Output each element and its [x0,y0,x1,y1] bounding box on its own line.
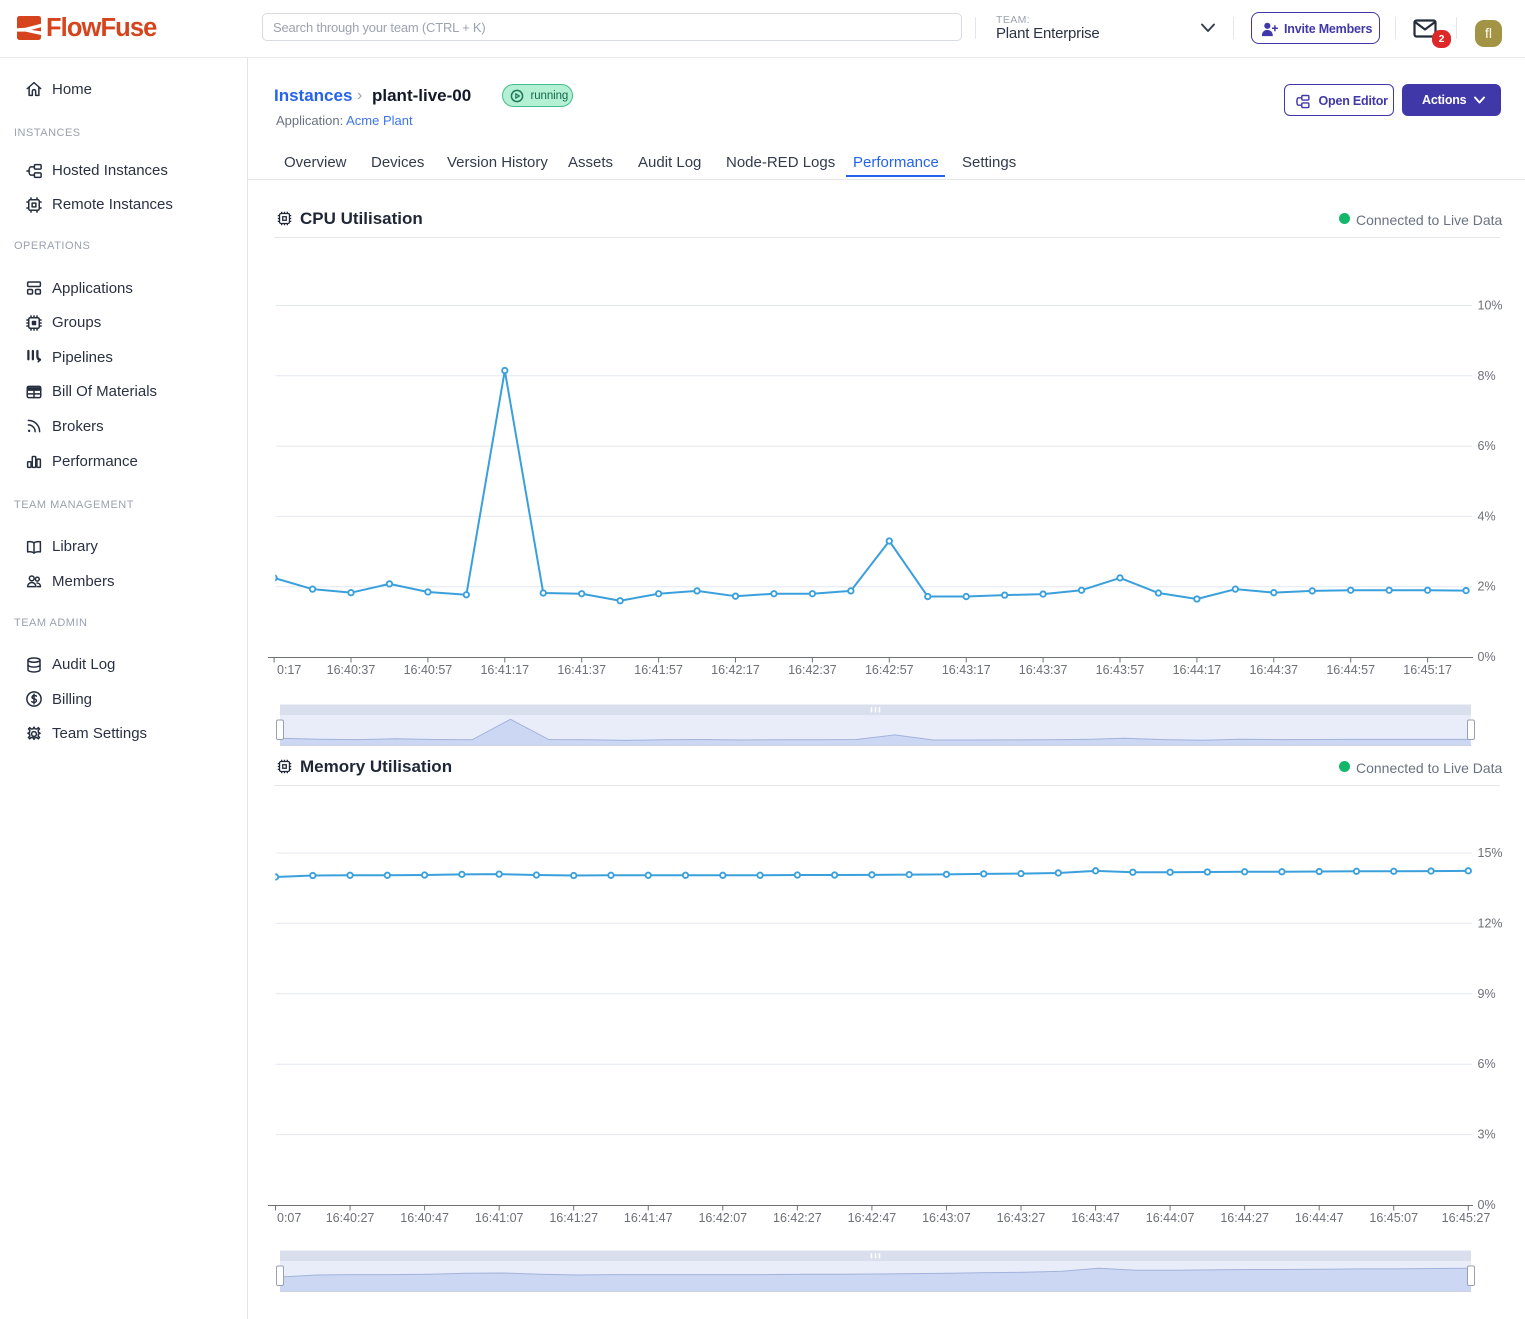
svg-text:16:44:07: 16:44:07 [1146,1211,1195,1225]
svg-text:10%: 10% [1478,299,1503,313]
svg-text:16:44:27: 16:44:27 [1220,1211,1269,1225]
svg-text:16:40:47: 16:40:47 [400,1211,449,1225]
svg-text:16:42:57: 16:42:57 [865,663,914,677]
svg-text:16:44:17: 16:44:17 [1173,663,1222,677]
svg-text:16:43:17: 16:43:17 [942,663,991,677]
svg-text:2%: 2% [1478,580,1496,594]
svg-text:16:43:57: 16:43:57 [1096,663,1145,677]
svg-text:16:43:07: 16:43:07 [922,1211,971,1225]
svg-text:16:45:17: 16:45:17 [1403,663,1452,677]
svg-text:0:17: 0:17 [277,663,301,677]
svg-text:0%: 0% [1478,1198,1496,1212]
svg-text:0:07: 0:07 [277,1211,301,1225]
svg-text:16:41:47: 16:41:47 [624,1211,673,1225]
svg-text:16:40:27: 16:40:27 [326,1211,375,1225]
svg-text:16:42:07: 16:42:07 [698,1211,747,1225]
svg-text:9%: 9% [1478,987,1496,1001]
svg-text:16:41:07: 16:41:07 [475,1211,524,1225]
svg-text:16:42:37: 16:42:37 [788,663,837,677]
svg-text:16:45:27: 16:45:27 [1442,1211,1491,1225]
svg-text:16:41:37: 16:41:37 [557,663,606,677]
svg-text:15%: 15% [1478,846,1503,860]
svg-text:6%: 6% [1478,439,1496,453]
svg-text:16:43:37: 16:43:37 [1019,663,1068,677]
svg-text:16:41:27: 16:41:27 [549,1211,598,1225]
svg-text:16:45:07: 16:45:07 [1369,1211,1418,1225]
svg-text:16:42:47: 16:42:47 [848,1211,897,1225]
svg-text:4%: 4% [1478,509,1496,523]
svg-text:16:41:17: 16:41:17 [480,663,529,677]
svg-text:16:44:47: 16:44:47 [1295,1211,1344,1225]
svg-text:16:40:37: 16:40:37 [327,663,376,677]
svg-text:16:42:27: 16:42:27 [773,1211,822,1225]
svg-text:16:43:27: 16:43:27 [997,1211,1046,1225]
svg-text:16:41:57: 16:41:57 [634,663,683,677]
svg-text:16:44:57: 16:44:57 [1326,663,1375,677]
svg-text:16:43:47: 16:43:47 [1071,1211,1120,1225]
svg-text:6%: 6% [1478,1057,1496,1071]
svg-text:0%: 0% [1478,650,1496,664]
svg-text:16:40:57: 16:40:57 [404,663,453,677]
svg-text:12%: 12% [1478,916,1503,930]
svg-text:16:42:17: 16:42:17 [711,663,760,677]
svg-text:3%: 3% [1478,1128,1496,1142]
svg-text:16:44:37: 16:44:37 [1249,663,1298,677]
svg-text:8%: 8% [1478,369,1496,383]
